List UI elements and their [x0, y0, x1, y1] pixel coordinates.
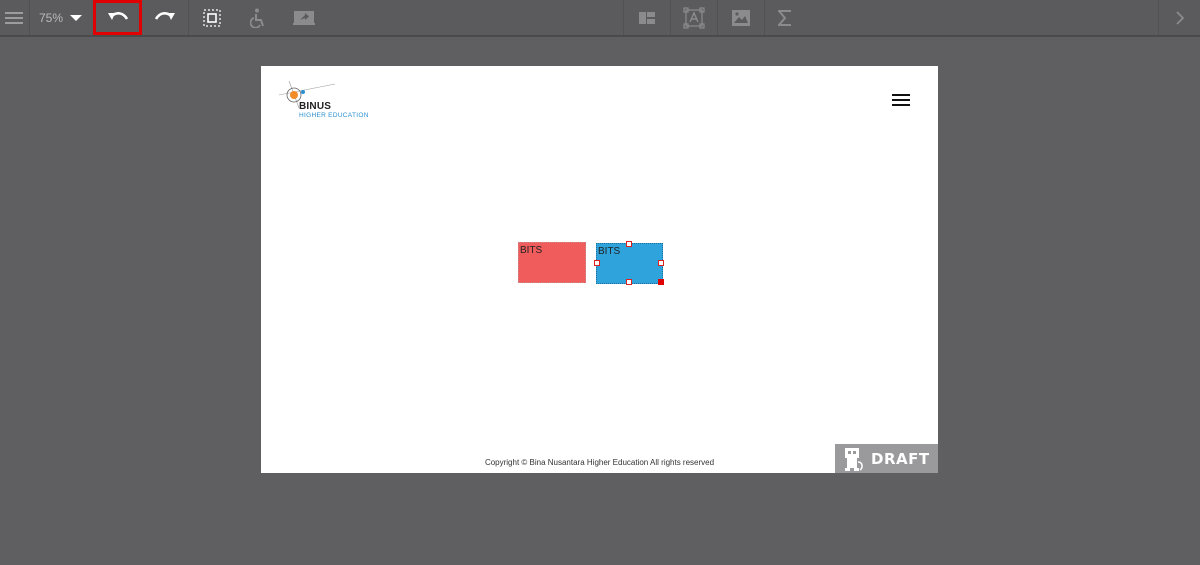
- redo-icon: [154, 11, 175, 20]
- undo-icon: [107, 11, 128, 20]
- shape-label: BITS: [520, 245, 543, 256]
- text-box-button[interactable]: [671, 0, 717, 35]
- present-button[interactable]: [281, 0, 327, 35]
- shape-blue-selected[interactable]: BITS: [594, 241, 664, 285]
- accessibility-button[interactable]: [235, 0, 281, 35]
- toolbar: 75%: [0, 0, 1200, 37]
- resize-handle-bottom[interactable]: [626, 279, 632, 285]
- logo-subtitle: HIGHER EDUCATION: [299, 112, 369, 119]
- menu-icon: [5, 11, 23, 24]
- resize-handle-right[interactable]: [658, 260, 664, 266]
- expand-toolbar-button[interactable]: [1159, 0, 1200, 35]
- chevron-right-icon: [1175, 10, 1184, 25]
- zoom-level: 75%: [38, 10, 64, 25]
- logo-name: BINUS: [299, 101, 332, 112]
- sigma-icon: [778, 9, 791, 26]
- undo-button[interactable]: [93, 0, 142, 35]
- menu-button[interactable]: [0, 0, 28, 35]
- shape-red[interactable]: BITS: [518, 242, 586, 283]
- layout-button[interactable]: [624, 0, 670, 35]
- hamburger-menu-icon[interactable]: [892, 94, 910, 108]
- draft-label: DRAFT: [871, 449, 930, 468]
- chevron-down-icon: [70, 14, 83, 21]
- wheelchair-icon: [250, 8, 264, 28]
- resize-handle-left[interactable]: [594, 260, 600, 266]
- select-frame-button[interactable]: [189, 0, 235, 35]
- image-button[interactable]: [718, 0, 764, 35]
- present-icon: [293, 10, 315, 25]
- redo-button[interactable]: [142, 0, 188, 35]
- text-box-icon: [683, 6, 705, 29]
- select-frame-icon: [203, 8, 221, 27]
- mascot-icon: [845, 447, 863, 471]
- shape-label: BITS: [598, 246, 621, 257]
- equation-button[interactable]: [765, 0, 805, 35]
- slide-canvas[interactable]: BINUS HIGHER EDUCATION BITS BITS Copyrig…: [261, 66, 938, 473]
- layout-icon: [639, 11, 655, 24]
- image-icon: [732, 9, 750, 26]
- logo: BINUS HIGHER EDUCATION: [279, 80, 379, 122]
- resize-handle-corner[interactable]: [658, 279, 664, 285]
- zoom-dropdown[interactable]: 75%: [30, 0, 92, 35]
- draft-badge: DRAFT: [835, 444, 938, 473]
- resize-handle-top[interactable]: [626, 241, 632, 247]
